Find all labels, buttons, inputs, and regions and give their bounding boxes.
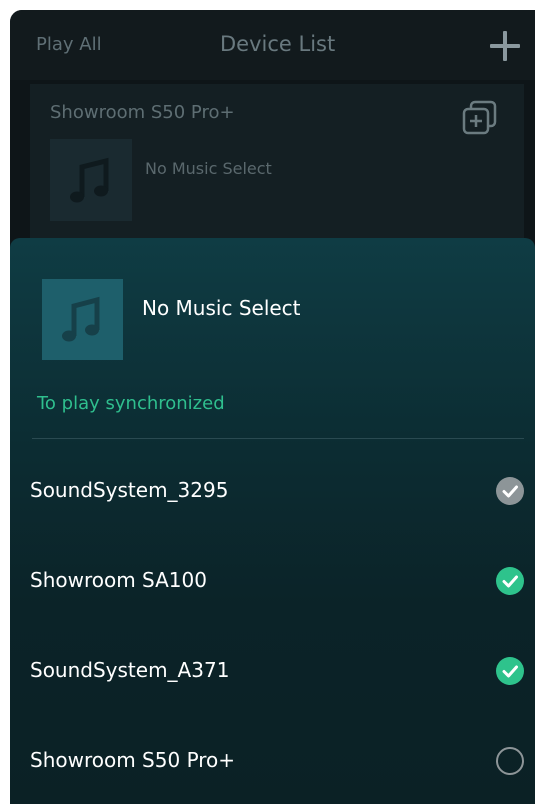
device-row[interactable]: SoundSystem_3295	[10, 445, 535, 535]
device-row[interactable]: SoundSystem_A371	[10, 625, 535, 715]
page-title: Device List	[220, 32, 336, 56]
device-row-label: Showroom SA100	[30, 568, 207, 592]
device-row-label: Showroom S50 Pro+	[30, 748, 236, 772]
unchecked-circle-icon[interactable]	[496, 747, 524, 775]
device-name: Showroom S50 Pro+	[50, 102, 235, 123]
divider	[32, 438, 524, 439]
album-art	[42, 279, 123, 360]
checkmark-icon[interactable]	[496, 657, 524, 685]
top-bar: Play All Device List	[10, 10, 535, 80]
device-row-label: SoundSystem_A371	[30, 658, 230, 682]
checkmark-icon[interactable]	[496, 477, 524, 505]
track-title: No Music Select	[142, 296, 301, 320]
plus-icon[interactable]	[490, 31, 520, 61]
album-art	[50, 139, 132, 221]
music-note-icon	[70, 157, 109, 203]
device-row[interactable]: Showroom SA100	[10, 535, 535, 625]
sync-section-label: To play synchronized	[37, 393, 225, 414]
device-row-label: SoundSystem_3295	[30, 478, 229, 502]
app-screen: Play All Device List Showroom S50 Pro+ N…	[10, 10, 535, 804]
checkmark-icon[interactable]	[496, 567, 524, 595]
device-row[interactable]: Showroom S50 Pro+	[10, 715, 535, 804]
add-group-icon[interactable]	[460, 98, 500, 138]
sync-bottom-sheet: No Music Select To play synchronized Sou…	[10, 238, 535, 804]
play-all-button[interactable]: Play All	[36, 34, 102, 55]
music-note-icon	[62, 296, 100, 342]
track-title: No Music Select	[145, 159, 272, 178]
